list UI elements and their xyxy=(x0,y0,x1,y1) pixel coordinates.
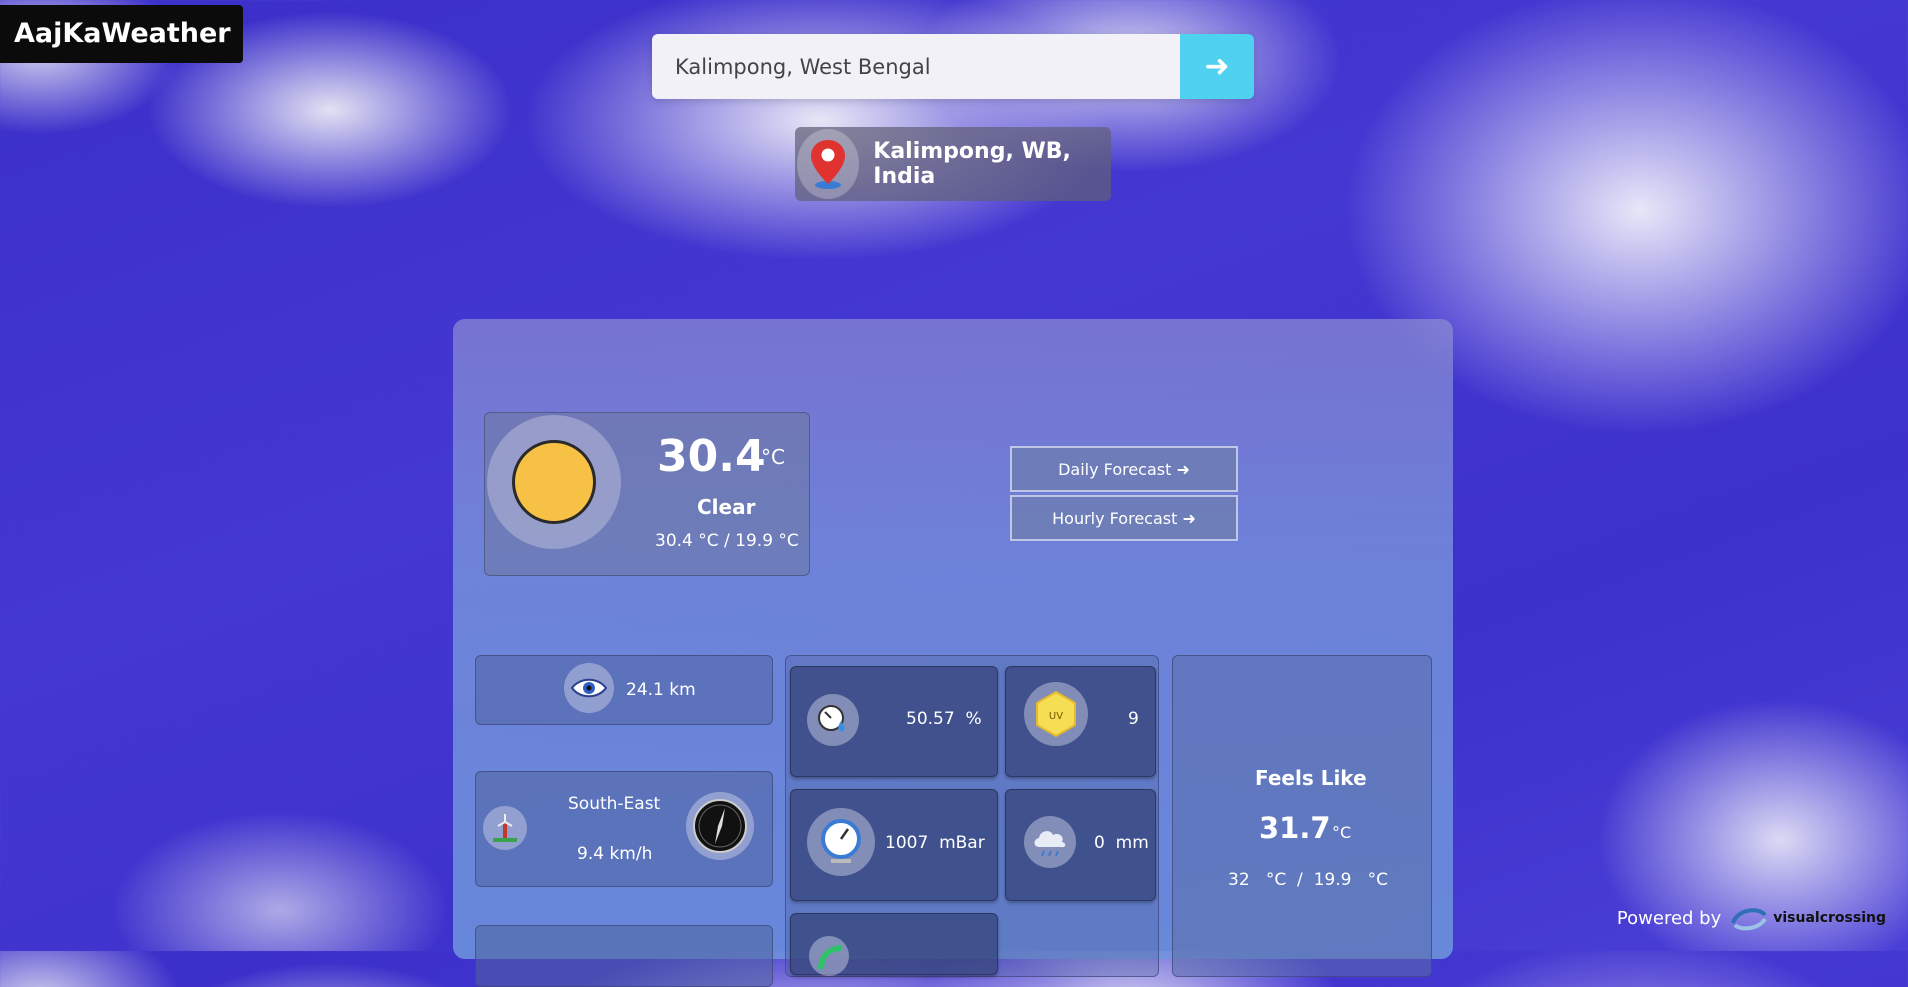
daily-forecast-button[interactable]: Daily Forecast ➜ xyxy=(1010,446,1238,492)
windmill-icon xyxy=(483,806,527,850)
precipitation-card: 0 mm xyxy=(1005,789,1156,901)
precipitation-unit: mm xyxy=(1115,833,1149,853)
metric-icon xyxy=(809,936,849,976)
feels-like-card: Feels Like 31.7 °C 32 °C / 19.9 °C xyxy=(1172,655,1432,977)
feels-like-max-unit: °C xyxy=(1265,870,1287,890)
uv-value: 9 xyxy=(1128,709,1139,729)
visualcrossing-logo-icon xyxy=(1729,905,1769,931)
current-temperature: 30.4 xyxy=(657,431,766,482)
brand-logo[interactable]: AajKaWeather xyxy=(0,5,243,63)
location-pin-icon xyxy=(797,129,860,199)
humidity-card: 50.57 % xyxy=(790,666,998,777)
barometer-icon xyxy=(807,808,875,876)
compass-icon xyxy=(686,792,754,860)
precipitation-value: 0 xyxy=(1094,833,1105,853)
feels-like-max: 32 xyxy=(1228,870,1250,890)
feels-like-separator: / xyxy=(1297,870,1303,890)
wind-card: South-East 9.4 km/h xyxy=(475,771,773,887)
feels-like-unit: °C xyxy=(1332,823,1352,842)
location-badge: Kalimpong, WB, India xyxy=(795,127,1111,201)
visibility-value: 24.1 km xyxy=(626,680,696,700)
weather-condition: Clear xyxy=(697,495,756,519)
eye-icon xyxy=(564,663,614,713)
temperature-range: 30.4 °C / 19.9 °C xyxy=(655,531,799,551)
uv-index-icon: UV xyxy=(1024,682,1088,746)
humidity-value: 50.57 xyxy=(906,709,955,729)
humidity-unit: % xyxy=(965,709,982,729)
location-label: Kalimpong, WB, India xyxy=(873,139,1071,189)
powered-by[interactable]: Powered by visualcrossing xyxy=(1617,905,1886,931)
pressure-value: 1007 xyxy=(885,833,929,853)
uv-badge: UV xyxy=(1049,711,1063,722)
temperature-unit: °C xyxy=(761,445,785,469)
extra-metric-card xyxy=(790,913,998,976)
search-bar: ➜ xyxy=(652,34,1254,99)
clear-sun-icon xyxy=(487,415,621,549)
current-weather-card: 30.4 °C Clear 30.4 °C / 19.9 °C xyxy=(484,412,810,576)
hourly-forecast-button[interactable]: Hourly Forecast ➜ xyxy=(1010,495,1238,541)
feels-like-min: 19.9 xyxy=(1313,870,1352,890)
pressure-card: 1007 mBar xyxy=(790,789,998,901)
feels-like-value: 31.7 xyxy=(1259,811,1331,845)
feels-like-min-unit: °C xyxy=(1367,870,1389,890)
feels-like-title: Feels Like xyxy=(1255,766,1367,790)
search-submit-button[interactable]: ➜ xyxy=(1180,34,1254,99)
wind-speed: 9.4 km/h xyxy=(577,844,653,864)
visualcrossing-logo-text: visualcrossing xyxy=(1773,910,1886,926)
search-input[interactable] xyxy=(652,34,1180,99)
visibility-card: 24.1 km xyxy=(475,655,773,725)
extra-card xyxy=(475,925,773,987)
humidity-gauge-icon xyxy=(807,694,859,746)
rain-cloud-icon xyxy=(1024,816,1076,868)
uv-card: UV 9 xyxy=(1005,666,1156,777)
pressure-unit: mBar xyxy=(939,833,985,853)
wind-direction: South-East xyxy=(568,794,661,814)
powered-by-label: Powered by xyxy=(1616,907,1722,929)
weather-panel: 30.4 °C Clear 30.4 °C / 19.9 °C Daily Fo… xyxy=(453,319,1453,987)
